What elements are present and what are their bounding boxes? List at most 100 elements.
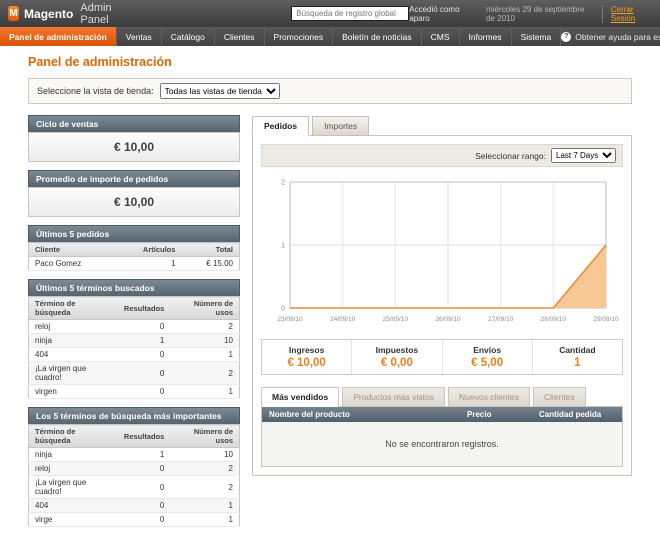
sales-cycle-title: Ciclo de ventas (28, 115, 240, 132)
dashboard: Ciclo de ventas € 10,00 Promedio de impo… (28, 115, 632, 537)
logo-text: Magento (24, 7, 73, 21)
cell-resultados: 0 (118, 385, 170, 399)
col-total: Total (181, 243, 239, 257)
col-termino: Término de búsqueda (29, 297, 118, 320)
table-row[interactable]: reloj 0 2 (29, 320, 240, 334)
cell-resultados: 0 (118, 476, 170, 499)
svg-text:26/09/10: 26/09/10 (435, 316, 461, 323)
last-orders-title: Últimos 5 pedidos (28, 225, 240, 242)
col-termino: Término de búsqueda (29, 425, 118, 448)
cell-usos: 2 (170, 462, 239, 476)
table-row[interactable]: virgen 0 1 (29, 385, 240, 399)
col-product-name: Nombre del producto (262, 407, 460, 422)
cell-termino: reloj (29, 320, 118, 334)
range-toolbar: Seleccionar rango: Last 7 Days (261, 144, 623, 167)
col-qty-ordered: Cantidad pedida (532, 407, 622, 422)
cell-termino: ninja (29, 334, 118, 348)
orders-panel: Seleccionar rango: Last 7 Days 0 1 2 23/09/… (252, 135, 632, 476)
cell-termino: 404 (29, 499, 118, 513)
col-resultados: Resultados (118, 425, 170, 448)
cell-usos: 10 (170, 448, 239, 462)
cell-usos: 2 (170, 476, 239, 499)
top-search-terms-widget: Los 5 términos de búsqueda más important… (28, 407, 240, 527)
cell-resultados: 0 (118, 499, 170, 513)
table-row[interactable]: 404 0 1 (29, 499, 240, 513)
avg-order-widget: Promedio de importe de pedidos € 10,00 (28, 170, 240, 217)
tab-nuevos-clientes[interactable]: Nuevos clientes (448, 387, 530, 407)
total-impuestos: Impuestos € 0,00 (351, 340, 441, 374)
nav-boletin-de-noticias[interactable]: Boletín de noticias (333, 27, 421, 46)
table-row[interactable]: ¡La virgen que cuadro! 0 2 (29, 362, 240, 385)
top-search-terms-title: Los 5 términos de búsqueda más important… (28, 407, 240, 424)
stat-label: Impuestos (352, 345, 441, 355)
tab-pedidos[interactable]: Pedidos (252, 116, 309, 136)
content-area: Panel de administración Seleccione la vi… (0, 46, 660, 537)
table-row[interactable]: ¡La virgen que cuadro! 0 2 (29, 476, 240, 499)
table-row[interactable]: ninja 1 10 (29, 448, 240, 462)
last-orders-table: Cliente Artículos Total Paco Gomez 1 € 1… (28, 242, 240, 271)
sales-cycle-value: € 10,00 (28, 132, 240, 162)
help-link[interactable]: ? Obtener ayuda para esta página (561, 27, 660, 46)
table-row[interactable]: 404 0 1 (29, 348, 240, 362)
tab-mas-vendidos[interactable]: Más vendidos (261, 387, 339, 407)
cell-termino: ninja (29, 448, 118, 462)
empty-records-message: No se encontraron registros. (262, 422, 622, 466)
last-search-terms-table: Término de búsqueda Resultados Número de… (28, 296, 240, 399)
total-cantidad: Cantidad 1 (532, 340, 622, 374)
tab-productos-mas-vistos[interactable]: Productos más vistos (342, 387, 445, 407)
store-view-select[interactable]: Todas las vistas de tienda (160, 83, 280, 99)
session-info: Accedió como aparo miércoles 29 de septi… (409, 5, 652, 23)
nav-sistema[interactable]: Sistema (512, 27, 562, 46)
stat-label: Ingresos (262, 345, 351, 355)
cell-resultados: 1 (118, 334, 170, 348)
cell-resultados: 0 (118, 462, 170, 476)
table-row[interactable]: Paco Gomez 1 € 15.00 (29, 257, 240, 271)
total-envios: Envíos € 5,00 (442, 340, 532, 374)
stat-value: 1 (533, 357, 622, 369)
avg-order-value: € 10,00 (28, 187, 240, 217)
table-row[interactable]: ninja 1 10 (29, 334, 240, 348)
col-price: Precio (460, 407, 532, 422)
table-row[interactable]: reloj 0 2 (29, 462, 240, 476)
best-sellers-grid: Nombre del producto Precio Cantidad pedi… (261, 406, 623, 467)
cell-usos: 1 (170, 513, 239, 527)
magento-logo[interactable]: M Magento Admin Panel (8, 2, 126, 26)
tab-importes[interactable]: Importes (312, 116, 369, 136)
cell-termino: reloj (29, 462, 118, 476)
nav-ventas[interactable]: Ventas (117, 27, 162, 46)
store-view-label: Seleccione la vista de tienda: (37, 86, 154, 96)
logout-link[interactable]: Cerrar Sesión (602, 5, 652, 23)
cell-articulos: 1 (116, 257, 182, 271)
svg-text:23/09/10: 23/09/10 (277, 316, 303, 323)
nav-promociones[interactable]: Promociones (265, 27, 334, 46)
table-row[interactable]: virge 0 1 (29, 513, 240, 527)
total-ingresos: Ingresos € 10,00 (262, 340, 351, 374)
store-view-switcher: Seleccione la vista de tienda: Todas las… (28, 78, 632, 104)
cell-termino: virgen (29, 385, 118, 399)
nav-panel-administracion[interactable]: Panel de administración (0, 27, 117, 46)
svg-text:2: 2 (281, 180, 285, 187)
help-icon: ? (561, 32, 571, 42)
svg-text:0: 0 (281, 306, 285, 313)
cell-termino: ¡La virgen que cuadro! (29, 476, 118, 499)
svg-text:29/09/10: 29/09/10 (593, 316, 619, 323)
cell-resultados: 0 (118, 320, 170, 334)
cell-resultados: 0 (118, 513, 170, 527)
help-label: Obtener ayuda para esta página (575, 32, 660, 42)
range-select[interactable]: Last 7 Days (551, 148, 616, 163)
svg-text:25/09/10: 25/09/10 (383, 316, 409, 323)
nav-clientes[interactable]: Clientes (215, 27, 265, 46)
global-search-input[interactable] (291, 6, 409, 21)
nav-cms[interactable]: CMS (422, 27, 460, 46)
nav-informes[interactable]: Informes (460, 27, 512, 46)
range-label: Seleccionar rango: (475, 151, 546, 161)
cell-usos: 1 (170, 499, 239, 513)
orders-chart-svg: 01223/09/1024/09/1025/09/1026/09/1027/09… (264, 174, 620, 332)
col-numero-usos: Número de usos (170, 425, 239, 448)
top-search-terms-table: Término de búsqueda Resultados Número de… (28, 424, 240, 527)
last-search-terms-title: Últimos 5 términos buscados (28, 279, 240, 296)
tab-clientes[interactable]: Clientes (533, 387, 586, 407)
stat-label: Cantidad (533, 345, 622, 355)
svg-text:27/09/10: 27/09/10 (488, 316, 514, 323)
nav-catalogo[interactable]: Catálogo (162, 27, 215, 46)
